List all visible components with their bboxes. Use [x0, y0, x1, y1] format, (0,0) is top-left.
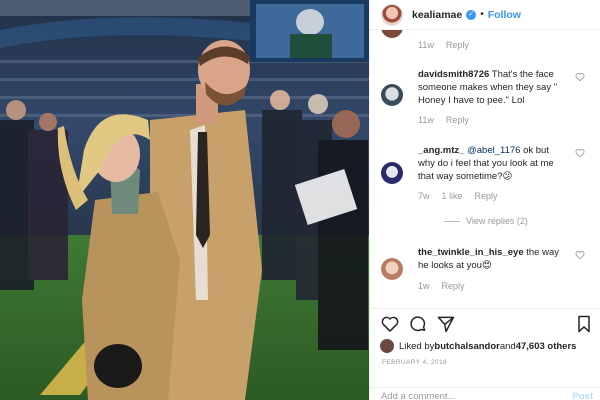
author-avatar[interactable]	[381, 3, 403, 26]
liker-username[interactable]: butchalsandor	[434, 341, 499, 352]
commenter-username[interactable]: davidsmith8726	[418, 69, 489, 80]
comment-time: 11w	[418, 40, 434, 50]
header-separator: •	[480, 9, 484, 20]
post-header: kealiamae ✓ • Follow	[370, 0, 600, 30]
comment-time: 7w	[418, 191, 430, 201]
follow-button[interactable]: Follow	[488, 9, 521, 21]
comment-time: 11w	[418, 115, 434, 125]
comment-text: _ang.mtz_ @abel_1176 ok but why do i fee…	[418, 144, 568, 183]
post-side-panel: kealiamae ✓ • Follow 11w Reply davidsmith…	[369, 0, 600, 400]
comment-meta: 11w Reply	[418, 40, 481, 50]
comment-bubble-icon[interactable]	[408, 314, 428, 334]
reply-button[interactable]: Reply	[446, 40, 469, 50]
photo-illustration	[0, 0, 369, 400]
comment-mention[interactable]: @abel_1176	[464, 145, 520, 156]
commenter-username[interactable]: _ang.mtz_	[418, 145, 464, 156]
commenter-username[interactable]: the_twinkle_in_his_eye	[418, 247, 524, 258]
likes-count[interactable]: 47,603 others	[516, 341, 577, 352]
comment-text: the_twinkle_in_his_eye the way he looks …	[418, 246, 568, 272]
add-comment-bar: Post	[370, 387, 600, 400]
comment-meta: 1w Reply	[418, 281, 477, 291]
view-replies-button[interactable]: View replies (2)	[444, 216, 528, 226]
post-comment-button[interactable]: Post	[572, 391, 593, 400]
comment-list[interactable]: 11w Reply davidsmith8726 That's the face …	[370, 30, 600, 308]
likes-middle: and	[499, 340, 516, 352]
reply-button[interactable]: Reply	[446, 115, 469, 125]
comment-meta: 7w 1 like Reply	[418, 191, 510, 201]
like-comment-heart-icon[interactable]	[575, 250, 585, 260]
save-bookmark-icon[interactable]	[574, 314, 594, 334]
reply-button[interactable]: Reply	[442, 281, 465, 291]
add-comment-input[interactable]	[381, 391, 551, 400]
comment-text: davidsmith8726 That's the face someone m…	[418, 68, 568, 107]
author-username[interactable]: kealiamae	[412, 9, 462, 21]
comment-time: 1w	[418, 281, 430, 291]
comment-like-count[interactable]: 1 like	[442, 191, 463, 201]
reply-button[interactable]: Reply	[475, 191, 498, 201]
commenter-avatar[interactable]	[381, 258, 403, 280]
liker-avatar[interactable]	[380, 339, 394, 353]
action-icon-row	[380, 314, 592, 334]
verified-badge-icon: ✓	[466, 9, 477, 20]
like-comment-heart-icon[interactable]	[575, 72, 585, 82]
commenter-avatar[interactable]	[381, 30, 403, 38]
like-heart-icon[interactable]	[380, 314, 400, 334]
commenter-avatar[interactable]	[381, 162, 403, 184]
comment-meta: 11w Reply	[418, 115, 481, 125]
likes-prefix: Liked by	[399, 340, 435, 352]
post-actions: Liked by butchalsandor and 47,603 others…	[370, 308, 600, 400]
post-date[interactable]: FEBRUARY 4, 2018	[382, 359, 447, 366]
like-comment-heart-icon[interactable]	[575, 148, 585, 158]
share-icon[interactable]	[436, 314, 456, 334]
post-photo[interactable]	[0, 0, 369, 400]
commenter-avatar[interactable]	[381, 84, 403, 106]
likes-summary: Liked by butchalsandor and 47,603 others	[380, 339, 576, 353]
